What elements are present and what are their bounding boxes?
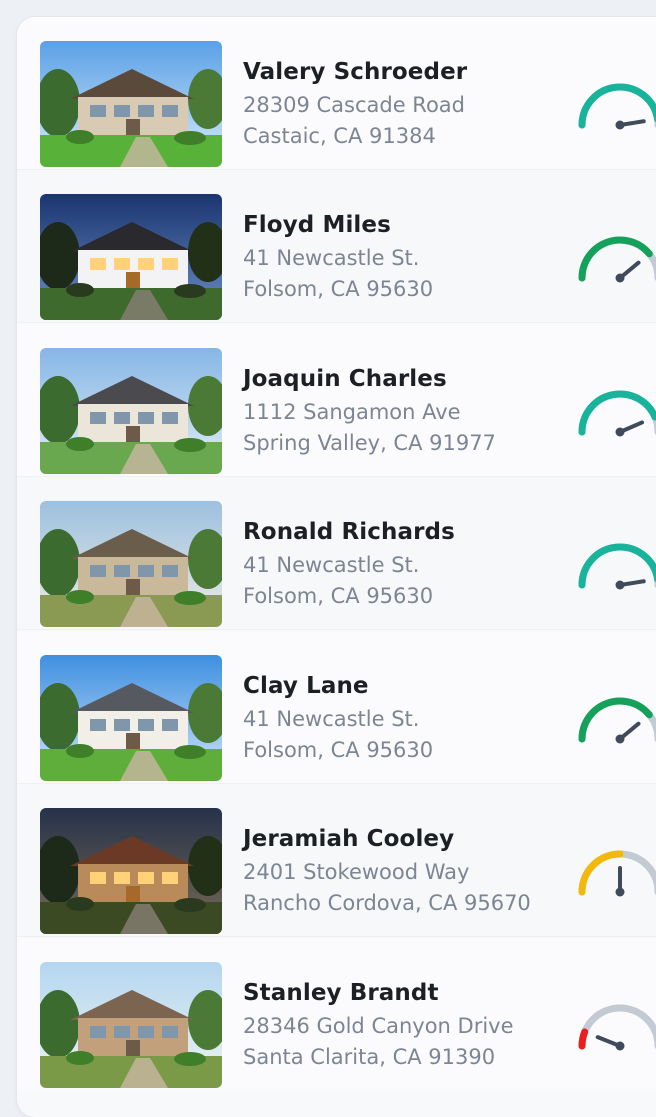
gauge-track: [578, 1004, 656, 1050]
gauge-fill: [578, 850, 624, 896]
gauge-hub: [615, 887, 625, 897]
score-gauge-icon: [578, 1004, 656, 1051]
address-line1: 41 Newcastle St.: [243, 553, 420, 577]
gauge-hub: [615, 580, 625, 590]
client-name: Clay Lane: [243, 673, 369, 699]
score-gauge-icon: [578, 83, 656, 130]
score-gauge-icon: [578, 236, 656, 283]
address-line2: Folsom, CA 95630: [243, 738, 434, 762]
property-photo[interactable]: [40, 808, 222, 934]
score-gauge-icon: [578, 543, 656, 590]
client-name: Jeramiah Cooley: [243, 826, 455, 852]
gauge-fill: [578, 390, 656, 436]
client-name: Joaquin Charles: [243, 366, 447, 392]
gauge-fill: [578, 1028, 589, 1050]
score-gauge-icon: [578, 390, 656, 437]
address-line1: 41 Newcastle St.: [243, 707, 420, 731]
list-item[interactable]: Valery Schroeder 28309 Cascade Road Cast…: [17, 17, 656, 170]
property-photo[interactable]: [40, 501, 222, 627]
gauge-fill: [578, 697, 653, 743]
property-photo[interactable]: [40, 41, 222, 167]
score-gauge-icon: [578, 697, 656, 744]
gauge-fill: [578, 83, 656, 129]
address-line1: 41 Newcastle St.: [243, 246, 420, 270]
gauge-hub: [615, 273, 625, 283]
client-name: Ronald Richards: [243, 519, 455, 545]
address-line1: 28346 Gold Canyon Drive: [243, 1014, 514, 1038]
address-line1: 2401 Stokewood Way: [243, 860, 470, 884]
gauge-hub: [615, 120, 625, 130]
gauge-hub: [615, 734, 625, 744]
score-gauge-icon: [578, 850, 656, 897]
client-name: Floyd Miles: [243, 212, 391, 238]
list-item[interactable]: Jeramiah Cooley 2401 Stokewood Way Ranch…: [17, 784, 656, 937]
list-item[interactable]: Stanley Brandt 28346 Gold Canyon Drive S…: [17, 938, 656, 1091]
listings-card: Valery Schroeder 28309 Cascade Road Cast…: [17, 17, 656, 1117]
address-line1: 1112 Sangamon Ave: [243, 400, 461, 424]
list-item[interactable]: Ronald Richards 41 Newcastle St. Folsom,…: [17, 477, 656, 630]
list-item[interactable]: Floyd Miles 41 Newcastle St. Folsom, CA …: [17, 170, 656, 323]
gauge-fill: [578, 236, 653, 282]
address-line2: Folsom, CA 95630: [243, 277, 434, 301]
gauge-fill: [578, 543, 656, 589]
gauge-hub: [615, 1041, 625, 1051]
gauge-hub: [615, 427, 625, 437]
list-item[interactable]: Joaquin Charles 1112 Sangamon Ave Spring…: [17, 324, 656, 477]
property-photo[interactable]: [40, 962, 222, 1088]
client-name: Valery Schroeder: [243, 59, 468, 85]
address-line2: Santa Clarita, CA 91390: [243, 1045, 496, 1069]
property-photo[interactable]: [40, 194, 222, 320]
property-photo[interactable]: [40, 655, 222, 781]
address-line1: 28309 Cascade Road: [243, 93, 465, 117]
list-item[interactable]: Clay Lane 41 Newcastle St. Folsom, CA 95…: [17, 631, 656, 784]
address-line2: Spring Valley, CA 91977: [243, 431, 496, 455]
property-photo[interactable]: [40, 348, 222, 474]
address-line2: Castaic, CA 91384: [243, 124, 436, 148]
address-line2: Folsom, CA 95630: [243, 584, 434, 608]
client-name: Stanley Brandt: [243, 980, 439, 1006]
address-line2: Rancho Cordova, CA 95670: [243, 891, 531, 915]
